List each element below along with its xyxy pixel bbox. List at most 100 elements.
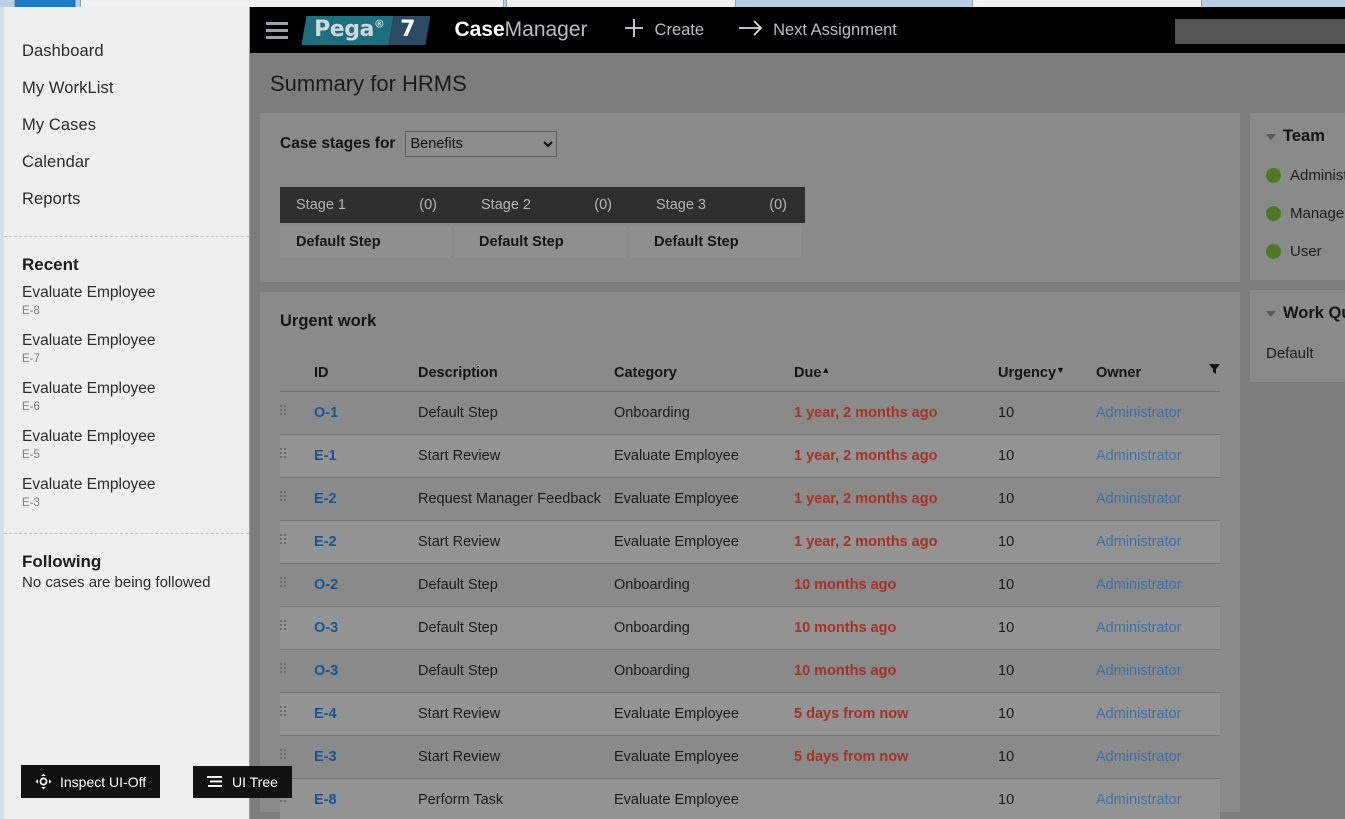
case-type-select[interactable]: Benefits (405, 131, 558, 157)
owner-link[interactable]: Administrator (1096, 663, 1181, 679)
row-drag-handle[interactable] (280, 649, 314, 693)
hamburger-menu-icon[interactable] (250, 21, 304, 39)
list-item[interactable]: Evaluate Employee E-7 (4, 327, 249, 375)
stage-header[interactable]: Stage 1 (0) (280, 187, 471, 223)
case-id-link[interactable]: E-3 (314, 749, 337, 765)
column-header-category[interactable]: Category (614, 365, 794, 392)
row-drag-handle[interactable] (280, 477, 314, 521)
case-id-link[interactable]: E-8 (314, 792, 337, 808)
sidebar-item-my-cases[interactable]: My Cases (4, 107, 249, 144)
row-drag-handle[interactable] (280, 606, 314, 650)
stage-header[interactable]: Stage 2 (0) (455, 187, 646, 223)
column-header-description[interactable]: Description (418, 365, 614, 392)
table-row[interactable]: E-1 Start Review Evaluate Employee 1 year, … (280, 434, 1220, 478)
inspect-ui-button[interactable]: Inspect UI-Off (21, 765, 161, 798)
column-header-id[interactable]: ID (314, 365, 418, 392)
owner-link[interactable]: Administrator (1096, 448, 1181, 464)
work-queues-panel-header[interactable]: Work Queues (1266, 304, 1345, 323)
column-header-urgency[interactable]: Urgency▼ (998, 365, 1096, 392)
case-id-link[interactable]: E-2 (314, 491, 337, 507)
owner-link[interactable]: Administrator (1096, 749, 1181, 765)
stage-step[interactable]: Default Step (630, 226, 801, 258)
browser-tab[interactable] (506, 0, 736, 7)
filter-icon[interactable] (1209, 363, 1220, 379)
cell-urgency: 10 (998, 735, 1096, 779)
sidebar-item-reports[interactable]: Reports (4, 181, 249, 218)
pega-logo[interactable]: Pega® 7 (301, 15, 432, 45)
sidebar-item-dashboard[interactable]: Dashboard (4, 33, 249, 70)
browser-tab[interactable] (14, 0, 76, 7)
owner-link[interactable]: Administrator (1096, 534, 1181, 550)
list-item[interactable]: Evaluate Employee E-5 (4, 423, 249, 471)
urgent-work-table: ID Description Category Due▲ Urgency▼ Ow… (280, 363, 1220, 819)
team-member[interactable]: Administrator (1266, 167, 1345, 184)
column-header-owner[interactable]: Owner (1096, 363, 1220, 392)
team-member[interactable]: Manager (1266, 205, 1345, 222)
cell-due: 5 days from now (794, 749, 909, 765)
list-item[interactable]: Evaluate Employee E-6 (4, 375, 249, 423)
row-drag-handle[interactable] (280, 520, 314, 564)
recent-item-title: Evaluate Employee (22, 379, 156, 397)
cell-category: Onboarding (614, 563, 794, 607)
table-row[interactable]: O-3 Default Step Onboarding 10 months ago 10… (280, 649, 1220, 693)
row-drag-handle[interactable] (280, 692, 314, 736)
table-row[interactable]: E-3 Start Review Evaluate Employee 5 days f… (280, 735, 1220, 779)
stage-count: (0) (419, 197, 437, 213)
case-id-link[interactable]: E-2 (314, 534, 337, 550)
row-drag-handle[interactable] (280, 563, 314, 607)
stage-count: (0) (769, 197, 787, 213)
table-row[interactable]: O-1 Default Step Onboarding 1 year, 2 month… (280, 391, 1220, 435)
page-title: Summary for HRMS (250, 53, 1345, 113)
owner-link[interactable]: Administrator (1096, 620, 1181, 636)
browser-tab[interactable] (80, 0, 504, 7)
chevron-right-icon (630, 187, 647, 223)
list-item[interactable]: Evaluate Employee E-8 (4, 279, 249, 327)
row-drag-handle[interactable] (280, 434, 314, 478)
list-item[interactable]: Evaluate Employee E-3 (4, 471, 249, 519)
stage-step[interactable]: Default Step (455, 226, 626, 258)
case-id-link[interactable]: O-3 (314, 663, 338, 679)
case-id-link[interactable]: O-1 (314, 405, 338, 421)
recent-item-title: Evaluate Employee (22, 331, 156, 349)
owner-link[interactable]: Administrator (1096, 706, 1181, 722)
table-row[interactable]: O-2 Default Step Onboarding 10 months ago 10… (280, 563, 1220, 607)
owner-link[interactable]: Administrator (1096, 405, 1181, 421)
owner-link[interactable]: Administrator (1096, 792, 1181, 808)
cell-description: Start Review (418, 735, 614, 779)
owner-link[interactable]: Administrator (1096, 577, 1181, 593)
case-manager-title[interactable]: CaseManager (454, 18, 587, 42)
team-panel-header[interactable]: Team (1266, 127, 1345, 146)
app-header: Pega® 7 CaseManager Create Next Assignme… (250, 7, 1345, 53)
column-owner-label: Owner (1096, 365, 1142, 381)
pega-logo-text: Pega® (301, 15, 394, 45)
stage-header[interactable]: Stage 3 (0) (630, 187, 805, 223)
column-header-due[interactable]: Due▲ (794, 365, 998, 392)
create-button[interactable]: Create (622, 16, 704, 45)
case-id-link[interactable]: E-4 (314, 706, 337, 722)
stage-step[interactable]: Default Step (280, 226, 451, 258)
table-row[interactable]: E-2 Request Manager Feedback Evaluate Empl… (280, 477, 1220, 521)
caret-down-icon (1266, 310, 1276, 317)
team-member-name: Manager (1290, 205, 1345, 222)
case-id-link[interactable]: E-1 (314, 448, 337, 464)
row-drag-handle[interactable] (280, 391, 314, 435)
search-input[interactable] (1175, 19, 1345, 44)
team-member[interactable]: User (1266, 243, 1345, 260)
work-queue-item[interactable]: Default (1266, 345, 1345, 362)
work-queues-panel: Work Queues Default (1250, 290, 1345, 382)
case-id-link[interactable]: O-3 (314, 620, 338, 636)
table-row[interactable]: E-8 Perform Task Evaluate Employee 10 Admini… (280, 778, 1220, 819)
table-row[interactable]: E-4 Start Review Evaluate Employee 5 days f… (280, 692, 1220, 736)
owner-link[interactable]: Administrator (1096, 491, 1181, 507)
table-row[interactable]: E-2 Start Review Evaluate Employee 1 year, … (280, 520, 1220, 564)
ui-tree-button[interactable]: UI Tree (193, 766, 292, 798)
status-online-icon (1266, 244, 1281, 259)
cell-category: Evaluate Employee (614, 692, 794, 736)
sidebar-item-my-worklist[interactable]: My WorkList (4, 70, 249, 107)
table-row[interactable]: O-3 Default Step Onboarding 10 months ago 10… (280, 606, 1220, 650)
case-stages-card: Case stages for Benefits Stage 1 (0) Def… (260, 113, 1240, 282)
sidebar-item-calendar[interactable]: Calendar (4, 144, 249, 181)
case-id-link[interactable]: O-2 (314, 577, 338, 593)
browser-tab[interactable] (972, 0, 1202, 7)
next-assignment-button[interactable]: Next Assignment (738, 18, 897, 43)
